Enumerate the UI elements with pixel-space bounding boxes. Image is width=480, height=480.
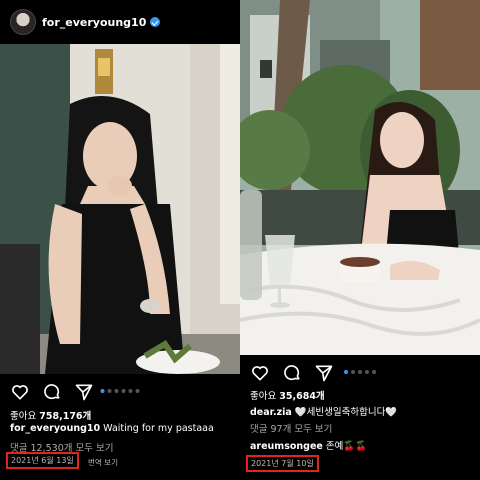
carousel-dots [344, 370, 376, 374]
carousel-dot [365, 370, 369, 374]
photo-woman-smiling [0, 44, 240, 374]
likes-line[interactable]: 좋아요 758,176개 [10, 408, 235, 422]
carousel-dot [358, 370, 362, 374]
caption-text: 🤍세빈생일축하합니다🤍 [294, 407, 398, 418]
likes-label: 좋아요 [10, 411, 37, 422]
comment-icon[interactable] [282, 363, 302, 383]
heart-icon[interactable] [250, 363, 270, 383]
username[interactable]: for_everyoung10 [42, 16, 146, 29]
carousel-dot [107, 389, 112, 393]
action-bar [0, 380, 240, 404]
comment-username[interactable]: areumsongee [250, 441, 323, 452]
carousel-dot [351, 370, 355, 374]
carousel-dot [114, 389, 119, 393]
share-icon[interactable] [314, 363, 334, 383]
post-photo[interactable] [0, 44, 240, 374]
carousel-dot [135, 389, 140, 393]
carousel-dots [100, 389, 140, 393]
right-post: 좋아요 35,684개 dear.zia 🤍세빈생일축하합니다🤍 댓글 97개 … [240, 0, 480, 480]
carousel-dot [372, 370, 376, 374]
caption: for_everyoung10 Waiting for my pastaaa [10, 423, 235, 434]
avatar[interactable] [10, 9, 36, 35]
likes-count: 758,176개 [39, 411, 92, 422]
carousel-dot [344, 370, 348, 374]
post-date: 2021년 6월 13일 [6, 452, 79, 469]
caption-username[interactable]: dear.zia [250, 407, 292, 418]
photo-woman-cafe [240, 0, 480, 355]
likes-label: 좋아요 [250, 391, 277, 402]
post-date: 2021년 7월 10일 [246, 455, 319, 472]
carousel-dot [100, 389, 105, 393]
verified-badge-icon [150, 17, 161, 27]
left-post: for_everyoung10 좋아요 758,176개 for_everyou… [0, 0, 240, 480]
post-header: for_everyoung10 [0, 0, 240, 44]
heart-icon[interactable] [10, 382, 30, 402]
view-comments-link[interactable]: 댓글 97개 모두 보기 [250, 421, 475, 435]
caption: dear.zia 🤍세빈생일축하합니다🤍 [250, 404, 475, 418]
translate-link[interactable]: 번역 보기 [88, 457, 118, 468]
caption-text: Waiting for my pastaaa [103, 423, 214, 434]
action-bar [240, 361, 480, 385]
comment-icon[interactable] [42, 382, 62, 402]
post-photo[interactable] [240, 0, 480, 355]
carousel-dot [128, 389, 133, 393]
share-icon[interactable] [74, 382, 94, 402]
comment: areumsongee 존예🍒🍒 [250, 438, 475, 452]
likes-line[interactable]: 좋아요 35,684개 [250, 388, 475, 402]
likes-count: 35,684개 [279, 391, 325, 402]
carousel-dot [121, 389, 126, 393]
comment-text: 존예🍒🍒 [325, 441, 368, 452]
caption-username[interactable]: for_everyoung10 [10, 423, 100, 434]
